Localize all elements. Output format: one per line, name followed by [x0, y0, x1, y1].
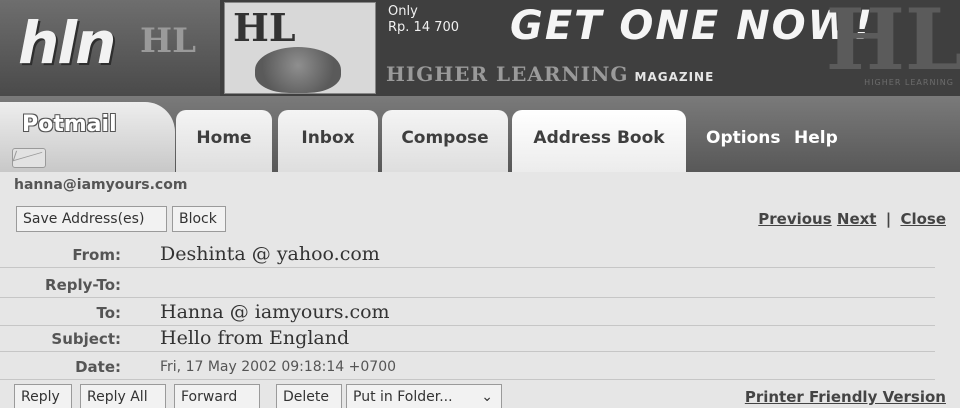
reply-to-label: Reply-To: [45, 276, 121, 294]
ad-title-text: HIGHER LEARNING [386, 62, 629, 86]
chevron-down-icon: ⌄ [481, 389, 493, 405]
header-banner: hln HL HL Only Rp. 14 700 GET ONE NOW! H… [0, 0, 960, 96]
tab-inbox[interactable]: Inbox [278, 110, 378, 172]
ad-slogan: GET ONE NOW! [510, 3, 874, 49]
ad-price-line2: Rp. 14 700 [388, 20, 460, 35]
save-addresses-button[interactable]: Save Address(es) [16, 206, 167, 232]
date-label: Date: [75, 358, 121, 376]
to-label: To: [96, 304, 121, 322]
message-view: hanna@iamyours.com Save Address(es) Bloc… [0, 172, 960, 408]
date-value: Fri, 17 May 2002 09:18:14 +0700 [160, 359, 397, 375]
ad-title: HIGHER LEARNING MAGAZINE [386, 64, 714, 84]
options-link[interactable]: Options [706, 128, 780, 148]
printer-friendly-link[interactable]: Printer Friendly Version [745, 388, 946, 406]
header-row-subject: Subject: Hello from England [0, 322, 935, 352]
from-label: From: [72, 246, 121, 264]
site-logo[interactable]: hln [18, 14, 116, 72]
from-value: Deshinta @ yahoo.com [160, 243, 380, 265]
nav-bar: Potmail Home Inbox Compose Address Book … [0, 96, 960, 172]
magazine-cover-mark: HL [233, 5, 296, 50]
envelope-icon [12, 148, 46, 168]
reply-all-button[interactable]: Reply All [80, 384, 166, 408]
ad-title-sub: MAGAZINE [634, 70, 715, 84]
reply-button[interactable]: Reply [14, 384, 72, 408]
brain-image [255, 47, 341, 93]
tab-home[interactable]: Home [176, 110, 272, 172]
close-link[interactable]: Close [900, 210, 946, 228]
advertisement-banner[interactable]: HL Only Rp. 14 700 GET ONE NOW! HIGHER L… [220, 0, 960, 96]
brand-name: Potmail [22, 112, 117, 137]
subject-value: Hello from England [160, 327, 350, 349]
ad-background-sub: HIGHER LEARNING [864, 78, 954, 87]
message-pager: Previous Next | Close [758, 210, 946, 228]
header-row-from: From: Deshinta @ yahoo.com [0, 238, 935, 268]
help-link[interactable]: Help [794, 128, 838, 148]
header-row-date: Date: Fri, 17 May 2002 09:18:14 +0700 [0, 350, 935, 380]
tab-address-book[interactable]: Address Book [512, 110, 686, 172]
account-email: hanna@iamyours.com [14, 177, 188, 193]
tab-compose[interactable]: Compose [382, 110, 508, 172]
put-in-folder-select[interactable]: Put in Folder... ⌄ [346, 384, 502, 408]
header-row-reply-to: Reply-To: [0, 268, 935, 298]
delete-button[interactable]: Delete [276, 384, 342, 408]
ad-price-line1: Only [388, 4, 418, 19]
previous-link[interactable]: Previous [758, 210, 831, 228]
put-in-folder-value: Put in Folder... [353, 389, 453, 405]
to-value: Hanna @ iamyours.com [160, 301, 390, 323]
next-link[interactable]: Next [837, 210, 877, 228]
subject-label: Subject: [51, 330, 121, 348]
ad-price: Only Rp. 14 700 [388, 4, 459, 36]
brand-badge: Potmail [0, 102, 175, 172]
forward-button[interactable]: Forward [174, 384, 260, 408]
ad-background-mark: HL [825, 0, 960, 89]
pager-separator: | [885, 210, 892, 228]
magazine-cover-image: HL [224, 2, 376, 94]
block-button[interactable]: Block [172, 206, 226, 232]
logo-mark: HL [140, 21, 197, 61]
